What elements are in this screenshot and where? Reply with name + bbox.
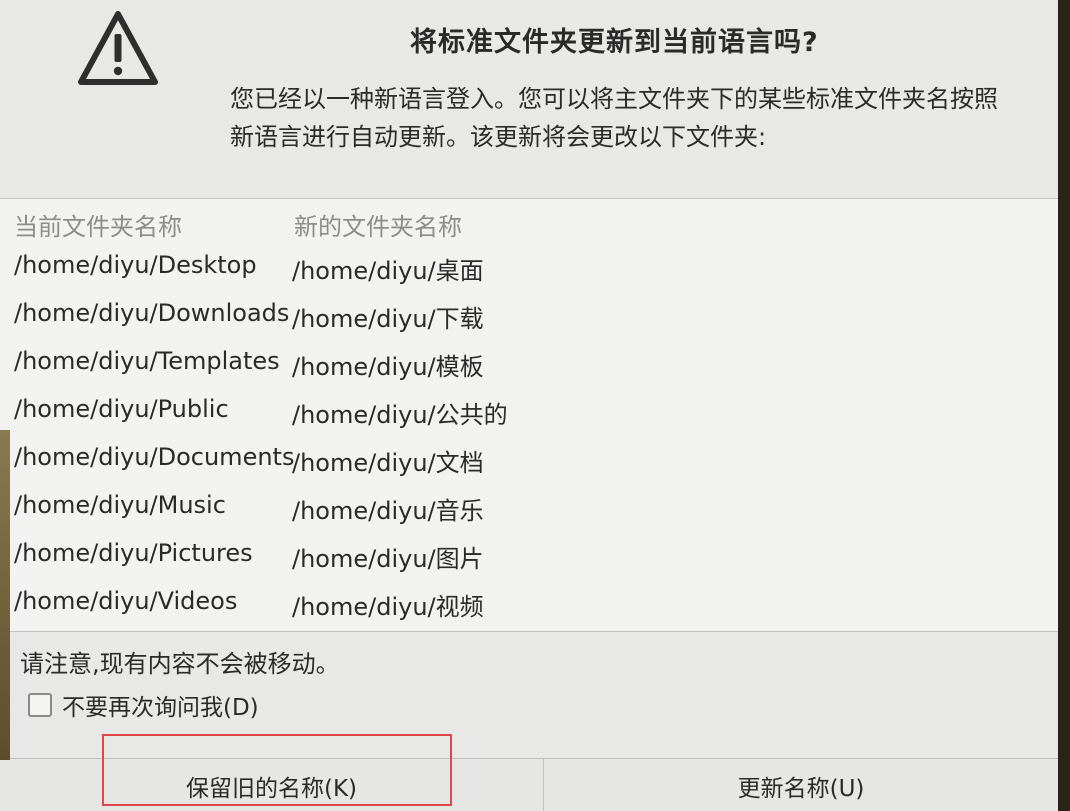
dialog-title: 将标准文件夹更新到当前语言吗? [410,27,819,58]
current-folder-cell: /home/diyu/Templates [14,347,280,375]
dialog-description: 您已经以一种新语言登入。您可以将主文件夹下的某些标准文件夹名按照 新语言进行自动… [230,80,1050,156]
keep-old-names-button[interactable]: 保留旧的名称(K) [0,759,544,811]
current-folder-cell: /home/diyu/Documents [14,443,295,471]
header-new-name[interactable]: 新的文件夹名称 [294,207,462,242]
new-folder-cell: /home/diyu/公共的 [292,401,508,429]
dont-ask-again-option[interactable]: 不要再次询问我(D) [28,688,259,722]
current-folder-cell: /home/diyu/Pictures [14,539,253,567]
header-current-name[interactable]: 当前文件夹名称 [14,207,182,242]
new-folder-cell: /home/diyu/桌面 [292,257,484,285]
current-folder-cell: /home/diyu/Music [14,491,226,519]
dont-ask-again-checkbox[interactable] [28,693,52,717]
move-notice: 请注意,现有内容不会被移动。 [20,650,340,678]
new-folder-cell: /home/diyu/视频 [292,593,484,621]
warning-icon [78,11,158,85]
table-row[interactable]: /home/diyu/Music /home/diyu/音乐 [0,485,1058,533]
current-folder-cell: /home/diyu/Public [14,395,229,423]
current-folder-cell: /home/diyu/Videos [14,587,238,615]
new-folder-cell: /home/diyu/图片 [292,545,484,573]
table-row[interactable]: /home/diyu/Pictures /home/diyu/图片 [0,533,1058,581]
current-folder-cell: /home/diyu/Desktop [14,251,257,279]
button-bar: 保留旧的名称(K) 更新名称(U) [0,758,1058,811]
new-folder-cell: /home/diyu/文档 [292,449,484,477]
folder-table[interactable]: 当前文件夹名称 新的文件夹名称 /home/diyu/Desktop /home… [0,198,1058,632]
update-names-button[interactable]: 更新名称(U) [544,759,1058,811]
current-folder-cell: /home/diyu/Downloads [14,299,290,327]
new-folder-cell: /home/diyu/下载 [292,305,484,333]
description-line-1: 您已经以一种新语言登入。您可以将主文件夹下的某些标准文件夹名按照 [230,85,998,113]
table-row[interactable]: /home/diyu/Templates /home/diyu/模板 [0,341,1058,389]
table-row[interactable]: /home/diyu/Downloads /home/diyu/下载 [0,293,1058,341]
description-line-2: 新语言进行自动更新。该更新将会更改以下文件夹: [230,123,767,151]
table-row[interactable]: /home/diyu/Public /home/diyu/公共的 [0,389,1058,437]
table-header: 当前文件夹名称 新的文件夹名称 [0,199,1058,245]
table-row[interactable]: /home/diyu/Documents /home/diyu/文档 [0,437,1058,485]
background-edge-right [1058,0,1070,811]
new-folder-cell: /home/diyu/模板 [292,353,484,381]
background-edge-left [0,430,10,760]
table-row[interactable]: /home/diyu/Videos /home/diyu/视频 [0,581,1058,629]
table-row[interactable]: /home/diyu/Desktop /home/diyu/桌面 [0,245,1058,293]
new-folder-cell: /home/diyu/音乐 [292,497,484,525]
dont-ask-again-label[interactable]: 不要再次询问我(D) [62,688,259,722]
update-folders-dialog: 将标准文件夹更新到当前语言吗? 您已经以一种新语言登入。您可以将主文件夹下的某些… [0,0,1058,811]
